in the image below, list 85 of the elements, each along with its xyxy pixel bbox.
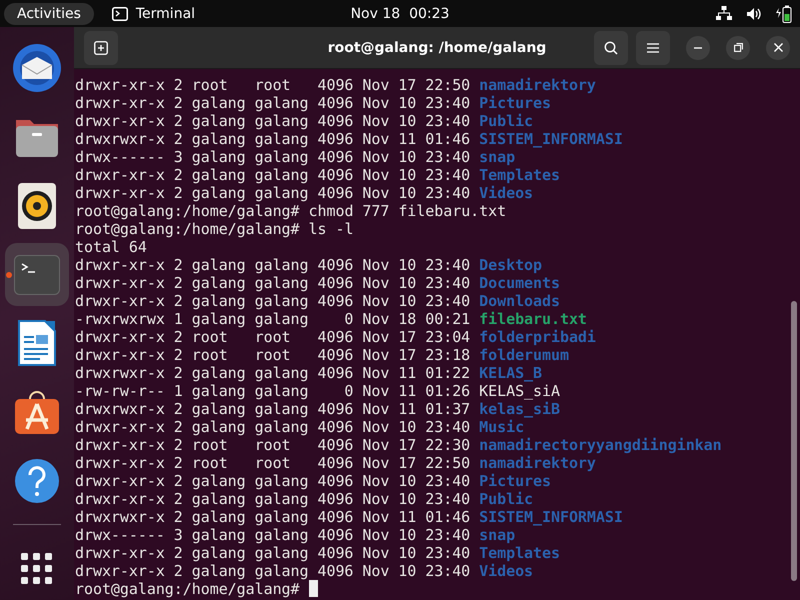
maximize-button[interactable] bbox=[726, 36, 750, 60]
terminal-icon bbox=[112, 6, 128, 20]
terminal-icon bbox=[14, 254, 60, 295]
listing-info: drwxr-xr-x 2 galang galang 4096 Nov 10 23:40 bbox=[75, 94, 472, 112]
close-icon bbox=[774, 43, 782, 52]
listing-info: -rwxrwxrwx 1 galang galang 0 Nov 18 00:21 bbox=[75, 310, 472, 328]
listing-info: drwxr-xr-x 2 root root 4096 Nov 17 22:50 bbox=[75, 76, 472, 94]
clock[interactable]: Nov 18 00:23 bbox=[344, 4, 456, 22]
listing-info: drwxr-xr-x 2 galang galang 4096 Nov 10 23:40 bbox=[75, 418, 472, 436]
listing-info: drwxr-xr-x 2 galang galang 4096 Nov 10 23:40 bbox=[75, 256, 472, 274]
listing-info: drwxr-xr-x 2 galang galang 4096 Nov 10 23:40 bbox=[75, 562, 472, 580]
file-name: Music bbox=[479, 418, 524, 436]
file-name: folderumum bbox=[479, 346, 569, 364]
file-name: snap bbox=[479, 526, 516, 544]
close-button[interactable] bbox=[766, 36, 790, 60]
new-tab-button[interactable] bbox=[84, 30, 118, 64]
listing-info: drwx------ 3 galang galang 4096 Nov 10 23:40 bbox=[75, 526, 472, 544]
shell-prompt: root@galang:/home/galang# bbox=[75, 202, 301, 220]
listing-info: drwxr-xr-x 2 galang galang 4096 Nov 10 23:40 bbox=[75, 544, 472, 562]
file-name: Templates bbox=[479, 166, 560, 184]
file-name: SISTEM_INFORMASI bbox=[479, 130, 623, 148]
file-name: Documents bbox=[479, 274, 560, 292]
file-name: Desktop bbox=[479, 256, 542, 274]
listing-info: drwxr-xr-x 2 galang galang 4096 Nov 10 23:40 bbox=[75, 112, 472, 130]
file-name: KELAS_siA bbox=[479, 382, 560, 400]
battery-icon[interactable] bbox=[776, 4, 792, 22]
file-name: Videos bbox=[479, 184, 534, 202]
file-name: Public bbox=[479, 490, 534, 508]
listing-info: drwxr-xr-x 2 galang galang 4096 Nov 10 23:40 bbox=[75, 292, 472, 310]
apps-grid-icon bbox=[21, 552, 53, 585]
command-text: chmod 777 filebaru.txt bbox=[308, 202, 506, 220]
file-name: Templates bbox=[479, 544, 560, 562]
listing-info: drwxrwxr-x 2 galang galang 4096 Nov 11 01:22 bbox=[75, 364, 472, 382]
file-name: snap bbox=[479, 148, 516, 166]
file-name: Videos bbox=[479, 562, 534, 580]
speaker-icon bbox=[18, 182, 56, 229]
file-name: Downloads bbox=[479, 292, 560, 310]
new-tab-icon bbox=[94, 40, 108, 54]
file-name: Pictures bbox=[479, 472, 551, 490]
search-button[interactable] bbox=[594, 30, 628, 64]
file-name: KELAS_B bbox=[479, 364, 542, 382]
minimize-button[interactable] bbox=[686, 36, 710, 60]
file-name: filebaru.txt bbox=[479, 310, 587, 328]
listing-info: drwxr-xr-x 2 galang galang 4096 Nov 10 23:40 bbox=[75, 490, 472, 508]
mail-icon bbox=[12, 43, 62, 94]
file-name: namadirektory bbox=[479, 76, 596, 94]
listing-info: drwxrwxr-x 2 galang galang 4096 Nov 11 01:46 bbox=[75, 130, 472, 148]
listing-info: drwxr-xr-x 2 galang galang 4096 Nov 10 23:40 bbox=[75, 184, 472, 202]
listing-info: drwxrwxr-x 2 galang galang 4096 Nov 11 01:46 bbox=[75, 508, 472, 526]
listing-info: drwxr-xr-x 2 root root 4096 Nov 17 22:30 bbox=[75, 436, 472, 454]
file-name: SISTEM_INFORMASI bbox=[479, 508, 623, 526]
search-icon bbox=[604, 40, 618, 54]
listing-info: drwx------ 3 galang galang 4096 Nov 10 23:40 bbox=[75, 148, 472, 166]
file-name: Public bbox=[479, 112, 534, 130]
app-menu[interactable]: Terminal bbox=[108, 6, 200, 22]
command-text: ls -l bbox=[308, 220, 354, 238]
listing-info: drwxrwxr-x 2 galang galang 4096 Nov 11 01:37 bbox=[75, 400, 472, 418]
listing-info: drwxr-xr-x 2 root root 4096 Nov 17 23:18 bbox=[75, 346, 472, 364]
shell-prompt: root@galang:/home/galang# bbox=[75, 580, 301, 598]
file-name: Pictures bbox=[479, 94, 551, 112]
menu-button[interactable] bbox=[636, 30, 670, 64]
shell-prompt: root@galang:/home/galang# bbox=[75, 220, 301, 238]
listing-info: drwxr-xr-x 2 root root 4096 Nov 17 23:04 bbox=[75, 328, 472, 346]
window-title: root@galang: /home/galang bbox=[328, 40, 546, 56]
menu-icon bbox=[647, 42, 659, 52]
file-name: folderpribadi bbox=[479, 328, 596, 346]
listing-info: drwxr-xr-x 2 galang galang 4096 Nov 10 23:40 bbox=[75, 166, 472, 184]
output-text: total 64 bbox=[75, 238, 147, 256]
running-indicator bbox=[6, 272, 12, 278]
network-icon[interactable] bbox=[716, 6, 732, 21]
scrollbar[interactable] bbox=[791, 301, 797, 581]
activities-button[interactable]: Activities bbox=[4, 2, 94, 24]
listing-info: drwxr-xr-x 2 galang galang 4096 Nov 10 23:40 bbox=[75, 274, 472, 292]
file-name: namadirektory bbox=[479, 454, 596, 472]
minimize-icon bbox=[694, 46, 702, 48]
listing-info: drwxr-xr-x 2 galang galang 4096 Nov 10 23:40 bbox=[75, 472, 472, 490]
file-name: kelas_siB bbox=[479, 400, 560, 418]
maximize-icon bbox=[734, 43, 742, 52]
listing-info: drwxr-xr-x 2 root root 4096 Nov 17 22:50 bbox=[75, 454, 472, 472]
volume-icon[interactable] bbox=[746, 6, 762, 20]
document-icon bbox=[18, 320, 56, 366]
file-name: namadirectoryyangdiinginkan bbox=[479, 436, 722, 454]
shopping-bag-icon bbox=[14, 389, 60, 436]
listing-info: -rw-rw-r-- 1 galang galang 0 Nov 11 01:26 bbox=[75, 382, 472, 400]
help-icon bbox=[14, 458, 60, 504]
